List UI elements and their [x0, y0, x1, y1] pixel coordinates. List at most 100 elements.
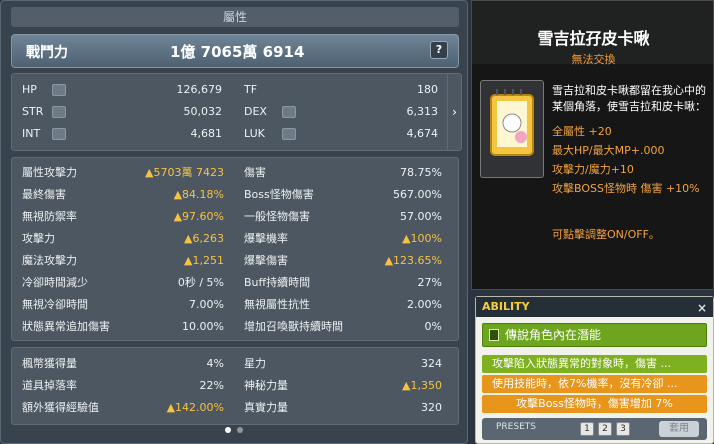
extra-row: 額外獲得經驗值 ▲142.00%	[12, 398, 234, 418]
detail-label: 冷卻時間減少	[22, 276, 88, 289]
page-dot[interactable]	[237, 427, 243, 433]
page-indicator	[225, 423, 249, 436]
combat-power-value: 1億 7065萬 6914	[170, 43, 305, 61]
ability-line: 攻擊陷入狀態異常的對象時，傷害 ...	[482, 355, 707, 373]
stat-row-str: STR 50,032	[12, 102, 232, 122]
ability-header: ABILITY ×	[476, 297, 713, 317]
detail-row: 無視屬性抗性 2.00%	[234, 295, 452, 315]
stat-row-tf: TF 180	[234, 80, 448, 100]
stat-window: 屬性 戰鬥力 1億 7065萬 6914 ? HP 126,679 STR 50…	[0, 0, 468, 444]
detail-row: 傷害 78.75%	[234, 163, 452, 183]
detail-row: Buff持續時間 27%	[234, 273, 452, 293]
extra-value: 320	[421, 401, 442, 414]
book-icon	[489, 329, 499, 341]
presets-label: PRESETS	[496, 422, 536, 432]
detail-row: 魔法攻擊力 ▲1,251	[12, 251, 234, 271]
extra-label: 道具掉落率	[22, 379, 77, 392]
ability-line: 使用技能時，依7%機率，沒有冷卻 ...	[482, 375, 707, 393]
stat-label: STR	[22, 105, 44, 118]
help-button[interactable]: ?	[430, 41, 448, 59]
detail-row: 最終傷害 ▲84.18%	[12, 185, 234, 205]
stat-row-int: INT 4,681	[12, 124, 232, 144]
preset-button-1[interactable]: 1	[580, 422, 594, 436]
detail-value: 7.00%	[189, 298, 224, 311]
detail-row: 無視防禦率 ▲97.60%	[12, 207, 234, 227]
luk-ap-button[interactable]	[282, 128, 296, 140]
detail-label: 無視屬性抗性	[244, 298, 310, 311]
stat-value: 4,681	[190, 127, 223, 140]
extra-value: 22%	[199, 379, 224, 392]
expand-detail-button[interactable]: ›	[447, 73, 462, 151]
extra-label: 楓幣獲得量	[22, 357, 77, 370]
detail-row: 爆擊傷害 ▲123.65%	[234, 251, 452, 271]
close-icon[interactable]: ×	[697, 298, 707, 318]
item-icon	[480, 80, 544, 178]
stat-value: 180	[417, 83, 438, 96]
ability-line: 攻擊Boss怪物時，傷害增加 7%	[482, 395, 707, 413]
extra-value: ▲1,350	[402, 379, 442, 392]
detail-row: Boss怪物傷害 567.00%	[234, 185, 452, 205]
preset-button-2[interactable]: 2	[598, 422, 612, 436]
extra-value: ▲142.00%	[166, 401, 224, 414]
detail-value: 0%	[424, 320, 442, 333]
stat-label: TF	[244, 83, 258, 96]
basic-stats-panel: HP 126,679 STR 50,032 INT 4,681 TF 180 D…	[11, 73, 459, 151]
detail-label: Buff持續時間	[244, 276, 311, 289]
detail-value: ▲84.18%	[173, 188, 224, 201]
item-name: 雪吉拉孖皮卡啾	[537, 29, 650, 48]
extra-row: 道具掉落率 22%	[12, 376, 234, 396]
combat-power-bar: 戰鬥力 1億 7065萬 6914 ?	[11, 34, 459, 68]
detail-value: 0秒 / 5%	[177, 276, 224, 289]
detail-label: Boss怪物傷害	[244, 188, 314, 201]
detail-label: 最終傷害	[22, 188, 66, 201]
detail-value: ▲5703萬 7423	[145, 166, 224, 179]
item-effect: 攻擊BOSS怪物時 傷害 +10%	[552, 182, 700, 195]
stat-value: 6,313	[406, 105, 439, 118]
int-ap-button[interactable]	[52, 128, 66, 140]
detail-row: 爆擊機率 ▲100%	[234, 229, 452, 249]
detail-row: 冷卻時間減少 0秒 / 5%	[12, 273, 234, 293]
detail-value: ▲6,263	[184, 232, 224, 245]
detail-row: 無視冷卻時間 7.00%	[12, 295, 234, 315]
detail-value: 10.00%	[182, 320, 224, 333]
extra-row: 楓幣獲得量 4%	[12, 354, 234, 374]
str-ap-button[interactable]	[52, 106, 66, 118]
extra-stats-panel: 楓幣獲得量 4% 道具掉落率 22% 額外獲得經驗值 ▲142.00% 星力 324 神…	[11, 347, 459, 425]
stat-row-dex: DEX 6,313	[234, 102, 448, 122]
hp-ap-button[interactable]	[52, 84, 66, 96]
detail-value: 2.00%	[407, 298, 442, 311]
extra-row: 真實力量 320	[234, 398, 452, 418]
detail-value: ▲1,251	[184, 254, 224, 267]
detail-row: 一般怪物傷害 57.00%	[234, 207, 452, 227]
combat-power-label: 戰鬥力	[26, 45, 68, 61]
detail-label: 爆擊傷害	[244, 254, 288, 267]
stat-value: 50,032	[183, 105, 223, 118]
item-effect: 攻擊力/魔力+10	[552, 163, 634, 176]
apply-button[interactable]: 套用	[659, 421, 699, 437]
detail-label: 傷害	[244, 166, 266, 179]
detail-label: 一般怪物傷害	[244, 210, 310, 223]
item-trade-status: 無法交換	[571, 53, 616, 66]
detail-value: 57.00%	[400, 210, 442, 223]
dex-ap-button[interactable]	[282, 106, 296, 118]
extra-label: 額外獲得經驗值	[22, 401, 99, 414]
detail-label: 魔法攻擊力	[22, 254, 77, 267]
detail-label: 屬性攻擊力	[22, 166, 77, 179]
extra-label: 神秘力量	[244, 379, 288, 392]
detail-value: 78.75%	[400, 166, 442, 179]
extra-value: 4%	[206, 357, 224, 370]
detail-value: 567.00%	[393, 188, 442, 201]
stat-label: HP	[22, 83, 37, 96]
detail-label: 無視防禦率	[22, 210, 77, 223]
page-dot-active[interactable]	[225, 427, 231, 433]
detail-stats-panel: 屬性攻擊力 ▲5703萬 7423 最終傷害 ▲84.18% 無視防禦率 ▲97.60…	[11, 157, 459, 341]
detail-row: 攻擊力 ▲6,263	[12, 229, 234, 249]
extra-value: 324	[421, 357, 442, 370]
extra-row: 星力 324	[234, 354, 452, 374]
detail-label: 增加召喚獸持續時間	[244, 320, 343, 333]
detail-row: 狀態異常追加傷害 10.00%	[12, 317, 234, 337]
detail-value: ▲123.65%	[384, 254, 442, 267]
notebook-icon	[490, 89, 534, 156]
preset-button-3[interactable]: 3	[616, 422, 630, 436]
detail-value: 27%	[417, 276, 442, 289]
